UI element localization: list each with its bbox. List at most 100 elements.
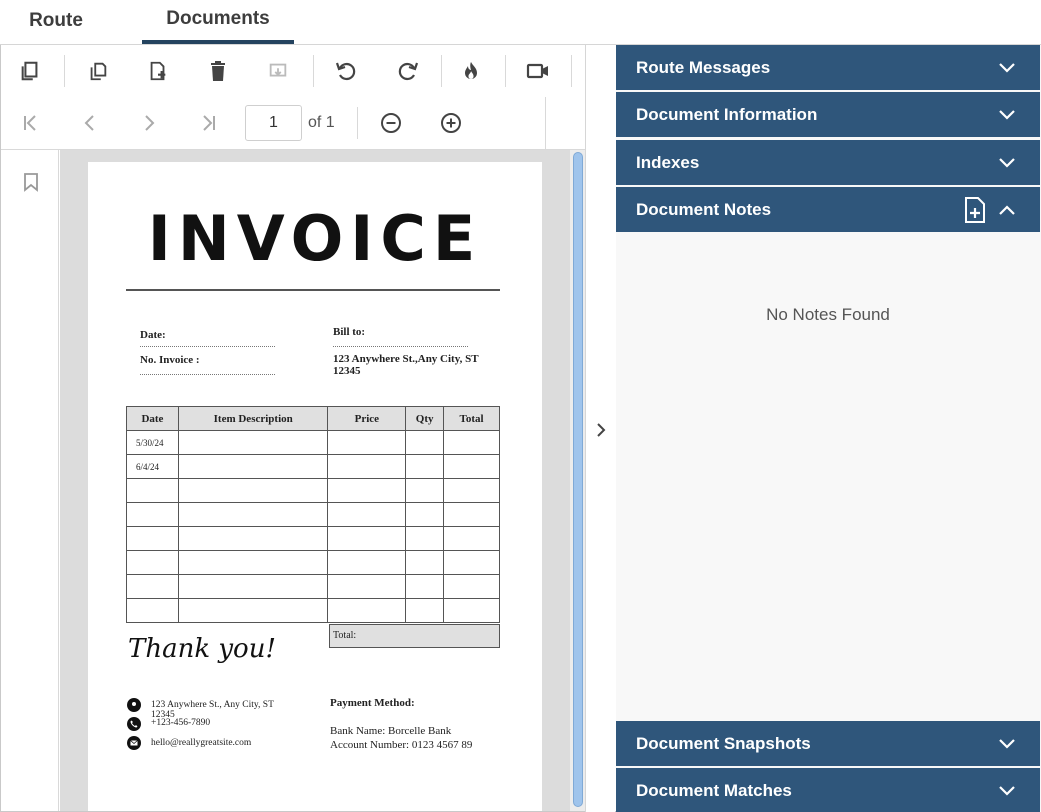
viewer-toolbar-actions: [1, 45, 615, 97]
column-header: Price: [327, 406, 407, 431]
title-divider: [126, 289, 500, 291]
bookmark-icon[interactable]: [23, 172, 39, 197]
bill-to-line: [333, 346, 468, 347]
previous-page-icon[interactable]: [75, 108, 105, 138]
invoice-title: INVOICE: [147, 202, 483, 275]
page-count-label: of 1: [308, 114, 335, 131]
email-icon: [127, 736, 141, 750]
next-page-icon[interactable]: [134, 108, 164, 138]
bill-to-address-line1: 123 Anywhere St.,Any City, ST: [333, 353, 479, 365]
accordion-document-notes[interactable]: Document Notes: [616, 187, 1040, 232]
toolbar-separator: [441, 55, 442, 87]
rotate-right-icon[interactable]: [393, 56, 423, 86]
scrollbar-thumb[interactable]: [573, 152, 583, 807]
table-cell: [443, 574, 500, 599]
table-cell: [405, 478, 445, 503]
add-page-icon[interactable]: [143, 56, 173, 86]
column-header: Date: [126, 406, 179, 431]
accordion-document-snapshots[interactable]: Document Snapshots: [616, 721, 1040, 766]
page-number-input[interactable]: [245, 105, 302, 141]
document-page: INVOICE Date: No. Invoice : Bill to: 123…: [88, 162, 542, 811]
first-page-icon[interactable]: [15, 108, 45, 138]
table-cell: [126, 478, 179, 503]
accordion-title: Document Notes: [636, 200, 772, 219]
chevron-down-icon[interactable]: [998, 735, 1016, 753]
table-cell: [443, 598, 500, 623]
table-row: [126, 550, 500, 575]
tab-route[interactable]: Route: [4, 0, 108, 44]
panel-toggle-strip: [585, 45, 615, 812]
bill-to-label: Bill to:: [333, 326, 366, 338]
table-cell: [405, 526, 445, 551]
chevron-up-icon[interactable]: [998, 201, 1016, 219]
zoom-out-icon[interactable]: [376, 108, 406, 138]
contact-phone: +123-456-7890: [151, 718, 211, 728]
toolbar-separator: [571, 55, 572, 87]
payment-method-heading: Payment Method:: [330, 697, 415, 709]
contact-address-line1: 123 Anywhere St., Any City, ST: [151, 700, 274, 710]
add-note-icon[interactable]: [962, 196, 988, 224]
table-cell: [443, 430, 500, 455]
chevron-down-icon[interactable]: [998, 782, 1016, 800]
table-cell: [405, 502, 445, 527]
copy-pages-icon[interactable]: [15, 56, 45, 86]
table-cell: [327, 430, 407, 455]
bookmark-panel: [1, 150, 59, 811]
account-number: Account Number: 0123 4567 89: [330, 739, 473, 751]
viewer-toolbar-navigation: of 1: [1, 97, 615, 149]
table-cell: [405, 454, 445, 479]
table-cell: [126, 574, 179, 599]
zoom-in-icon[interactable]: [436, 108, 466, 138]
contact-email: hello@reallygreatsite.com: [151, 738, 252, 748]
table-cell: [443, 526, 500, 551]
table-cell: [327, 598, 407, 623]
bill-to-address-line2: 12345: [333, 365, 361, 377]
table-row: [126, 598, 500, 623]
vertical-scrollbar[interactable]: [570, 150, 586, 811]
table-cell: 5/30/24: [126, 430, 179, 455]
side-panel: Route Messages Document Information Inde…: [616, 45, 1041, 812]
table-cell: [443, 502, 500, 527]
table-row: [126, 574, 500, 599]
toolbar-separator: [545, 97, 546, 149]
accordion-title: Document Information: [636, 105, 818, 124]
chevron-down-icon[interactable]: [998, 59, 1016, 77]
table-cell: [327, 526, 407, 551]
accordion-indexes[interactable]: Indexes: [616, 140, 1040, 185]
chevron-right-icon[interactable]: [592, 421, 610, 439]
accordion-document-matches[interactable]: Document Matches: [616, 768, 1040, 812]
bank-name: Bank Name: Borcelle Bank: [330, 725, 452, 737]
table-cell: [327, 478, 407, 503]
accordion-route-messages[interactable]: Route Messages: [616, 45, 1040, 90]
table-cell: [177, 574, 329, 599]
toolbar-separator: [313, 55, 314, 87]
table-cell: [126, 502, 179, 527]
table-row: [126, 502, 500, 527]
table-cell: [177, 550, 329, 575]
rotate-left-icon[interactable]: [331, 56, 361, 86]
burn-annotations-icon[interactable]: [456, 56, 486, 86]
contact-address: 123 Anywhere St., Any City, ST 12345: [151, 700, 274, 720]
replace-page-icon[interactable]: [263, 56, 293, 86]
table-cell: [327, 574, 407, 599]
invoice-table: Date Item Description Price Qty Total 5/…: [126, 406, 500, 623]
document-canvas[interactable]: INVOICE Date: No. Invoice : Bill to: 123…: [60, 150, 570, 811]
chevron-down-icon[interactable]: [998, 106, 1016, 124]
accordion-title: Route Messages: [636, 58, 771, 77]
delete-icon[interactable]: [203, 56, 233, 86]
video-camera-icon[interactable]: [523, 56, 553, 86]
accordion-document-information[interactable]: Document Information: [616, 92, 1040, 137]
table-cell: [177, 454, 329, 479]
accordion-title: Document Matches: [636, 781, 792, 800]
table-cell: [443, 550, 500, 575]
toolbar-separator: [505, 55, 506, 87]
last-page-icon[interactable]: [194, 108, 224, 138]
table-cell: [405, 550, 445, 575]
table-cell: [126, 598, 179, 623]
table-cell: [405, 598, 445, 623]
table-row: [126, 478, 500, 503]
chevron-down-icon[interactable]: [998, 154, 1016, 172]
total-box: Total:: [329, 624, 500, 648]
tab-documents[interactable]: Documents: [142, 0, 294, 44]
duplicate-page-icon[interactable]: [83, 56, 113, 86]
